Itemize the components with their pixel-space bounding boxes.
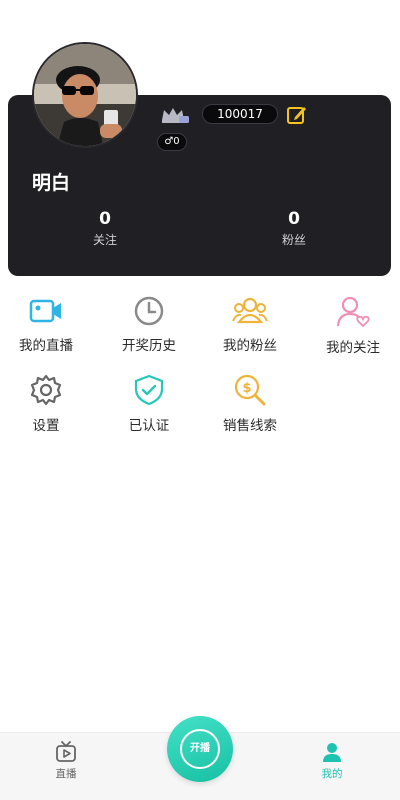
fans-label: 粉丝 [281,233,306,247]
tab-mine-label: 我的 [321,768,343,780]
user-icon [323,743,341,762]
menu-verified[interactable]: 已认证 [99,374,199,434]
tv-play-icon [56,741,76,762]
menu-label: 已认证 [128,418,170,434]
go-live-button[interactable]: 开播 [167,716,233,782]
menu-label: 开奖历史 [122,338,176,354]
crown-icon [162,108,189,123]
menu-label: 设置 [32,418,60,434]
tab-live-label: 直播 [55,768,77,780]
svg-text:$: $ [242,381,251,396]
following-stat[interactable]: 0 关注 [45,208,165,250]
menu-sales-leads[interactable]: $ 销售线索 [200,374,300,434]
avatar[interactable] [32,42,138,148]
money-search-icon: $ [234,374,266,406]
gear-icon [30,374,62,406]
shield-check-icon [134,374,164,406]
following-count: 0 [99,209,111,229]
user-id-badge: 100017 [202,104,278,124]
fans-count: 0 [288,209,300,229]
menu-my-fans[interactable]: 我的粉丝 [200,296,300,354]
fans-group-icon [232,297,268,324]
tab-live[interactable]: 直播 [36,741,96,781]
menu-draw-history[interactable]: 开奖历史 [99,296,199,354]
menu-my-following[interactable]: 我的关注 [303,296,400,356]
video-camera-icon [29,299,61,323]
username: 明白 [32,172,71,194]
edit-icon[interactable] [286,104,308,126]
menu-label: 我的关注 [326,340,380,356]
gender-badge: ♂0 [157,133,187,151]
fans-stat[interactable]: 0 粉丝 [234,208,354,250]
go-live-label: 开播 [180,729,220,769]
following-label: 关注 [92,233,117,247]
user-heart-icon [336,296,370,328]
menu-my-live[interactable]: 我的直播 [0,296,96,354]
tab-mine[interactable]: 我的 [302,741,362,781]
clock-icon [134,296,164,326]
menu-label: 我的粉丝 [223,338,277,354]
menu-label: 我的直播 [19,338,73,354]
menu-label: 销售线索 [223,418,277,434]
menu-settings[interactable]: 设置 [0,374,96,434]
